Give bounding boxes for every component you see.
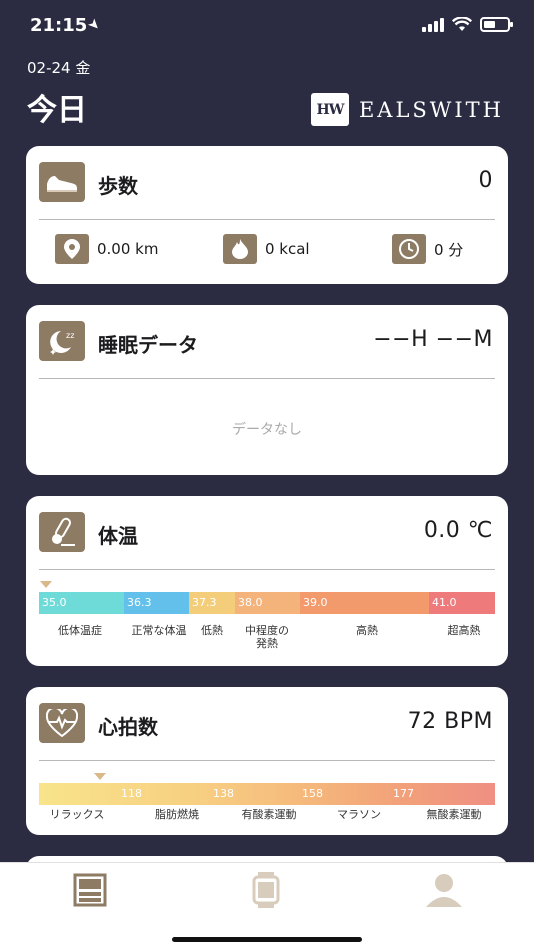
temp-segment: 37.3 xyxy=(189,592,235,614)
moon-icon: zz xyxy=(39,321,85,361)
status-bar: 21:15 ➤ xyxy=(0,0,534,52)
hr-label: マラソン xyxy=(337,808,381,821)
divider xyxy=(39,569,495,570)
home-indicator xyxy=(172,937,362,942)
temp-segment: 39.0 xyxy=(300,592,429,614)
hr-tick: 138 xyxy=(213,787,234,800)
steps-card[interactable]: 歩数 0 0.00 km 0 kcal 0 分 xyxy=(26,146,508,284)
hr-label: 無酸素運動 xyxy=(426,808,482,821)
steps-title: 歩数 xyxy=(98,174,138,198)
temperature-card[interactable]: 体温 0.0 ℃ 35.0 36.3 37.3 38.0 39.0 41.0 低… xyxy=(26,496,508,666)
clock-icon xyxy=(392,234,426,264)
brand: HW EALSWITH xyxy=(310,93,504,126)
duration-stat: 0 分 xyxy=(392,234,463,264)
temperature-labels: 低体温症 正常な体温 低熱 中程度の 発熱 高熱 超高熱 xyxy=(39,624,495,654)
distance-value: 0.00 km xyxy=(97,240,159,258)
sleep-empty-message: データなし xyxy=(232,422,302,438)
divider xyxy=(39,378,495,379)
calories-stat: 0 kcal xyxy=(223,234,310,264)
hr-tick: 177 xyxy=(393,787,414,800)
temp-label: 中程度の 発熱 xyxy=(245,624,289,650)
heart-rate-title: 心拍数 xyxy=(98,715,158,739)
temp-segment: 35.0 xyxy=(39,592,124,614)
temp-segment: 41.0 xyxy=(429,592,495,614)
brand-name: EALSWITH xyxy=(358,97,504,122)
brand-logo: HW xyxy=(310,93,349,126)
hr-label: 脂肪燃焼 xyxy=(155,808,199,821)
heart-icon xyxy=(39,703,85,743)
page-title: 今日 xyxy=(27,93,87,128)
steps-value: 0 xyxy=(478,168,493,193)
flame-icon xyxy=(223,234,257,264)
sleep-card[interactable]: zz 睡眠データ −−H −−M データなし xyxy=(26,305,508,475)
location-pin-icon xyxy=(55,234,89,264)
device-tab[interactable] xyxy=(246,872,286,908)
profile-tab[interactable] xyxy=(424,873,464,907)
temperature-value: 0.0 ℃ xyxy=(423,518,493,543)
temperature-scale: 35.0 36.3 37.3 38.0 39.0 41.0 xyxy=(39,592,495,614)
shoe-icon xyxy=(39,162,85,202)
current-date: 02-24 金 xyxy=(27,59,91,77)
hr-tick: 118 xyxy=(121,787,142,800)
heart-rate-labels: リラックス 脂肪燃焼 有酸素運動 マラソン 無酸素運動 xyxy=(39,808,495,838)
status-time: 21:15 xyxy=(30,15,88,36)
temp-label: 高熱 xyxy=(356,624,378,637)
temp-segment: 36.3 xyxy=(124,592,189,614)
thermometer-icon xyxy=(39,512,85,552)
hr-tick: 158 xyxy=(302,787,323,800)
svg-text:zz: zz xyxy=(66,331,74,340)
heart-rate-value: 72 BPM xyxy=(407,709,493,734)
today-tab-icon xyxy=(73,873,107,907)
profile-icon xyxy=(426,874,462,907)
temp-segment: 38.0 xyxy=(235,592,300,614)
temp-label: 低熱 xyxy=(201,624,223,637)
watch-icon xyxy=(252,872,280,908)
status-icons xyxy=(422,17,513,32)
temp-label: 正常な体温 xyxy=(131,624,187,637)
heart-rate-scale: 118 138 158 177 xyxy=(39,783,495,805)
temperature-title: 体温 xyxy=(98,524,138,548)
divider xyxy=(39,760,495,761)
hr-label: リラックス xyxy=(49,808,105,821)
today-tab[interactable] xyxy=(70,873,110,907)
heart-rate-card[interactable]: 心拍数 72 BPM 118 138 158 177 リラックス 脂肪燃焼 有酸… xyxy=(26,687,508,835)
temp-label: 低体温症 xyxy=(58,624,102,637)
temperature-marker xyxy=(40,581,52,588)
distance-stat: 0.00 km xyxy=(55,234,158,264)
divider xyxy=(39,219,495,220)
calories-value: 0 kcal xyxy=(265,240,310,258)
heart-rate-marker xyxy=(94,773,106,780)
signal-icon xyxy=(422,17,444,32)
sleep-value: −−H −−M xyxy=(373,327,493,352)
battery-icon xyxy=(480,17,513,32)
hr-label: 有酸素運動 xyxy=(241,808,297,821)
duration-value: 0 分 xyxy=(434,240,464,259)
wifi-icon xyxy=(452,17,472,31)
temp-label: 超高熱 xyxy=(447,624,481,637)
sleep-title: 睡眠データ xyxy=(98,333,198,357)
